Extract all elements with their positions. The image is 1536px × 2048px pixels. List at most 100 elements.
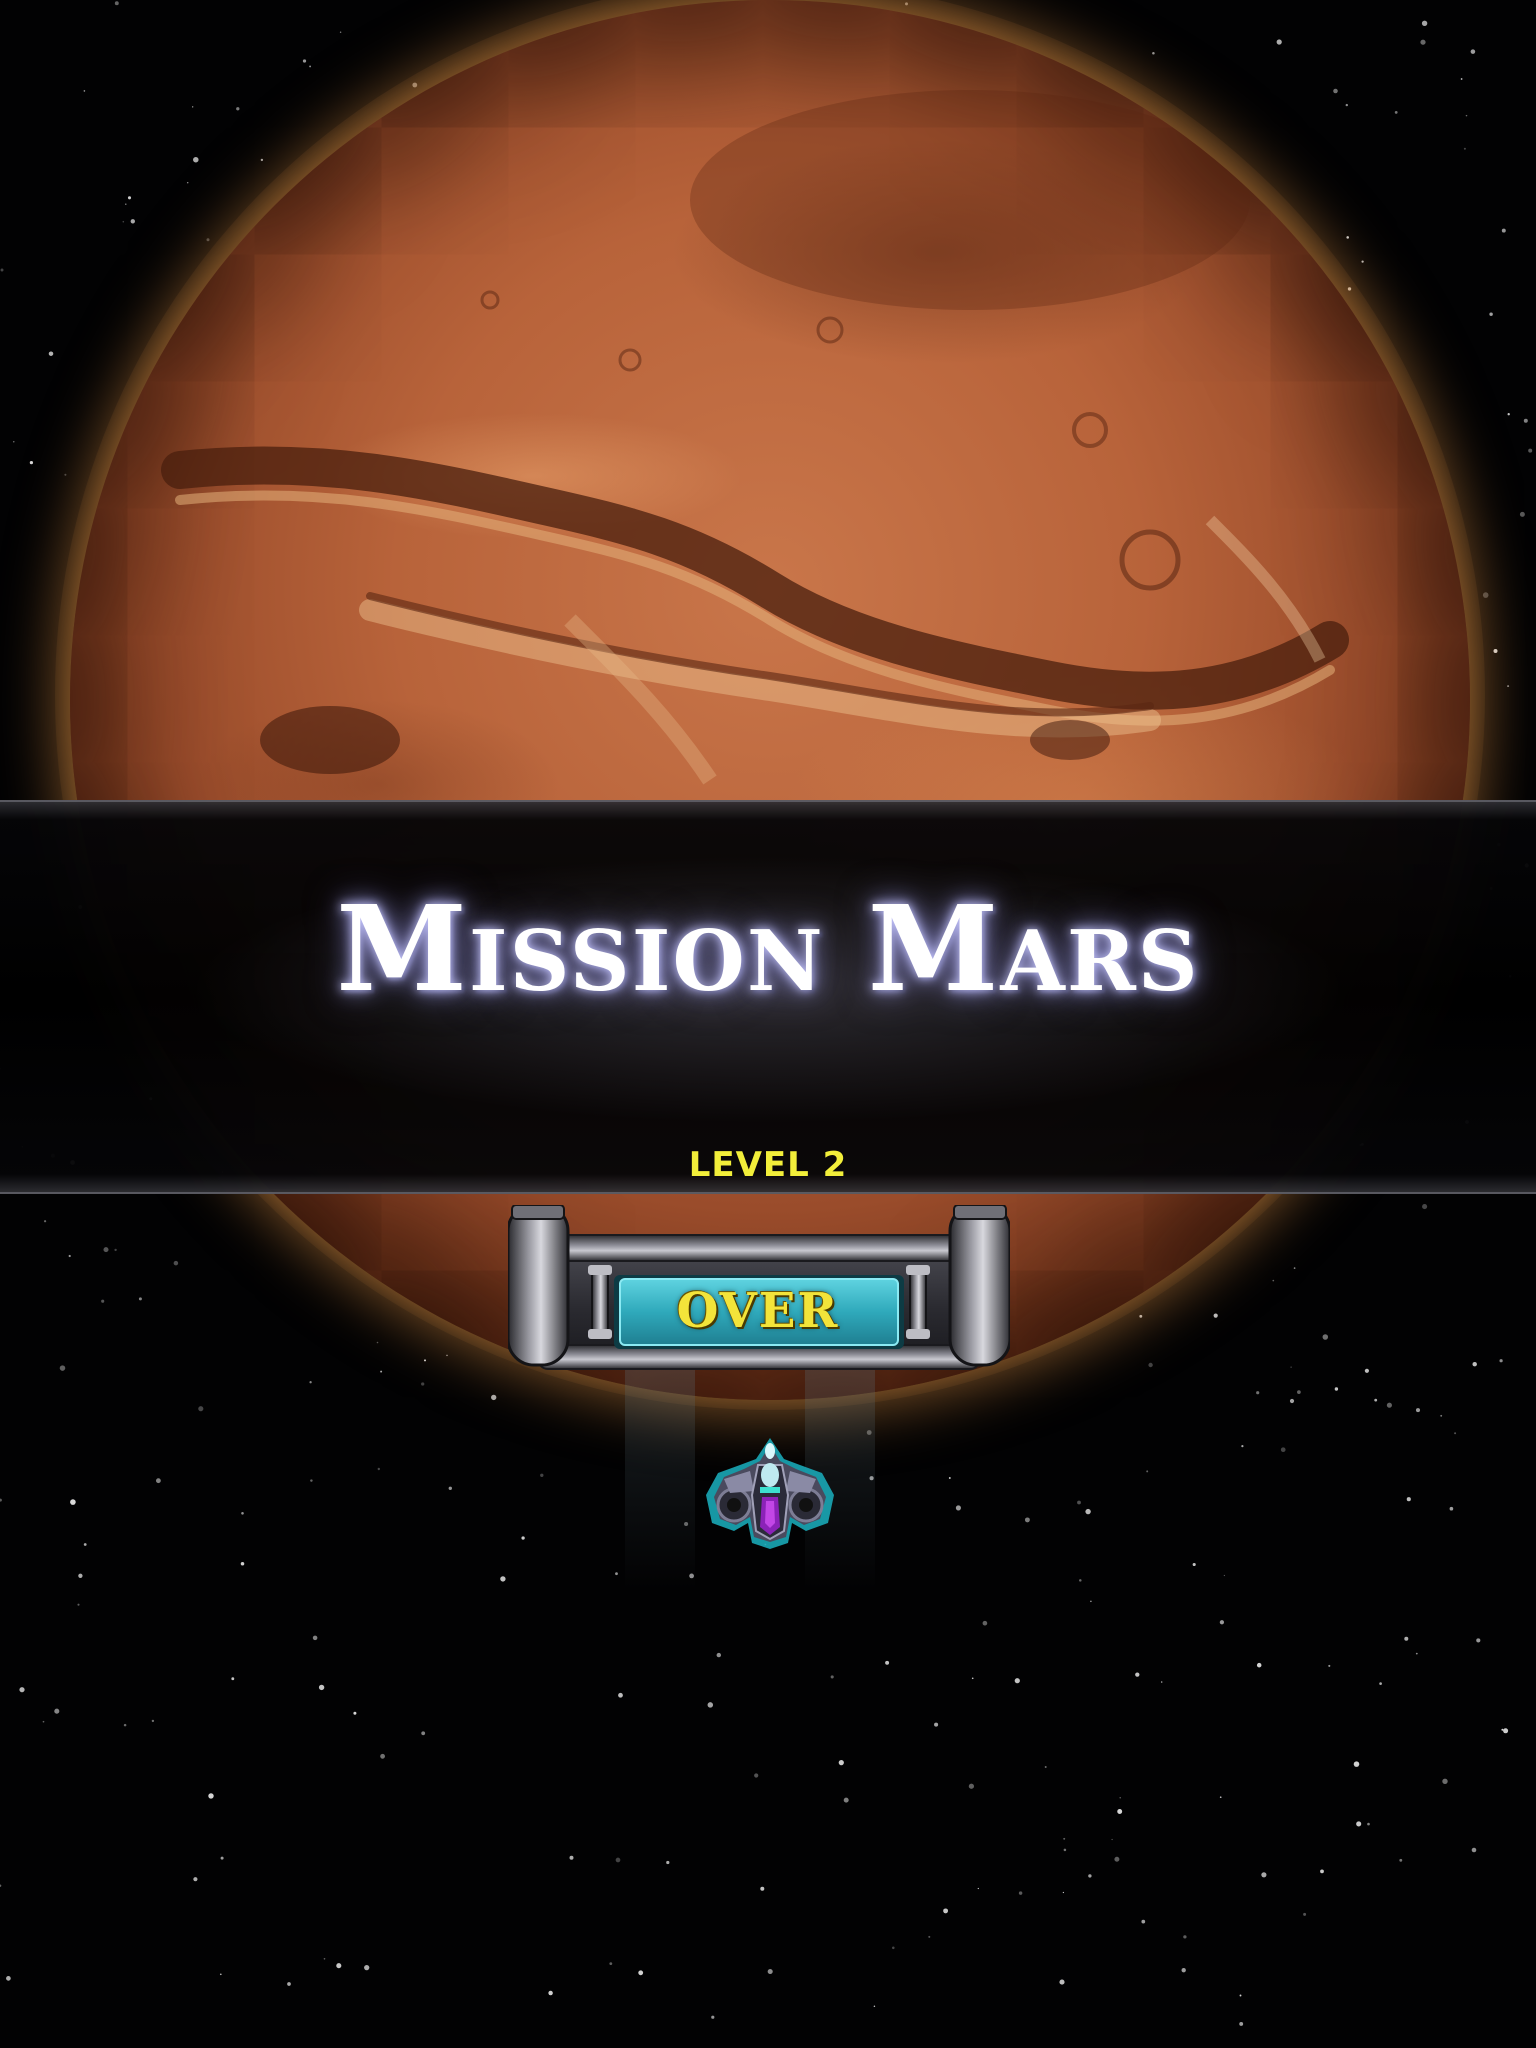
star (323, 1957, 326, 1960)
star (1059, 1979, 1065, 1985)
star (241, 1512, 244, 1515)
star (1183, 1935, 1187, 1939)
star (1328, 1664, 1331, 1667)
star (1501, 1728, 1504, 1731)
star (1223, 1574, 1226, 1577)
star (1063, 1837, 1066, 1840)
star (1482, 592, 1489, 598)
star (1353, 1761, 1360, 1767)
star (1523, 418, 1528, 423)
star (240, 1562, 245, 1566)
star (1241, 1445, 1244, 1448)
star (873, 2005, 876, 2008)
star (1044, 1766, 1047, 1768)
star (711, 2015, 715, 2019)
star (1442, 1778, 1448, 1785)
star (540, 1473, 544, 1477)
star (971, 1677, 974, 1680)
star (716, 1652, 721, 1658)
star (220, 1856, 224, 1860)
star (1135, 1672, 1140, 1677)
star (193, 1877, 198, 1882)
game-over-button[interactable]: OVER (617, 1277, 899, 1345)
star (1014, 1678, 1020, 1684)
star (1415, 1652, 1418, 1655)
star (948, 1477, 951, 1479)
star (1320, 1869, 1324, 1874)
star (1018, 1891, 1023, 1895)
star (1386, 1402, 1392, 1408)
star (955, 1505, 961, 1511)
star (892, 1946, 895, 1950)
star (1476, 1638, 1481, 1643)
star (0, 1498, 2, 1502)
star (1449, 1506, 1454, 1511)
star (615, 1572, 618, 1576)
star (521, 1536, 525, 1540)
game-screen: Mission Mars LEVEL 2 OVER (0, 0, 1536, 2048)
star (287, 1982, 291, 1986)
star (48, 351, 54, 356)
star (13, 441, 15, 443)
star (6, 1976, 11, 1981)
star (1219, 1620, 1225, 1625)
star (1379, 1682, 1382, 1685)
star (231, 1677, 235, 1681)
star (1501, 228, 1506, 233)
star (310, 1479, 313, 1482)
star (1181, 1968, 1186, 1973)
star (968, 1783, 975, 1789)
star (1470, 49, 1476, 54)
star (19, 1687, 25, 1693)
star (380, 1753, 385, 1759)
star (943, 1908, 949, 1914)
star (569, 1855, 574, 1860)
star (982, 1620, 988, 1626)
star (318, 1684, 325, 1691)
star (1415, 1408, 1421, 1413)
star (928, 1935, 931, 1938)
star (336, 1963, 342, 1969)
star (1356, 1821, 1362, 1827)
star (1499, 1359, 1503, 1363)
star (1192, 1562, 1196, 1567)
star (1111, 1838, 1113, 1841)
star (1090, 1600, 1092, 1603)
star (1472, 1361, 1477, 1367)
star (1062, 1891, 1065, 1894)
star (1114, 1856, 1120, 1862)
star (123, 1723, 127, 1727)
star (377, 1467, 380, 1471)
star (78, 1573, 83, 1578)
star (638, 1970, 644, 1976)
star (1146, 1470, 1149, 1473)
star (353, 1711, 357, 1715)
star (1079, 1579, 1082, 1582)
star (1117, 1809, 1123, 1814)
star (843, 1797, 849, 1803)
star (609, 1962, 613, 1965)
star (421, 1731, 426, 1736)
star (754, 1773, 759, 1778)
star (155, 1478, 161, 1484)
star (1440, 1414, 1443, 1417)
star (70, 1499, 76, 1505)
star (0, 268, 4, 272)
star (1085, 1508, 1091, 1515)
star (1507, 685, 1510, 688)
star (448, 1486, 452, 1490)
star (364, 1964, 370, 1971)
star (838, 1759, 844, 1766)
star (1399, 1858, 1403, 1862)
star (1406, 1497, 1411, 1502)
star (1489, 312, 1493, 316)
star (59, 1365, 66, 1371)
game-title: Mission Mars (336, 879, 1200, 1018)
star (615, 1857, 621, 1863)
star (707, 1702, 714, 1708)
star (1256, 1662, 1262, 1668)
star (666, 1860, 670, 1865)
star (767, 1968, 773, 1975)
star (885, 1660, 890, 1665)
star (1493, 649, 1498, 653)
